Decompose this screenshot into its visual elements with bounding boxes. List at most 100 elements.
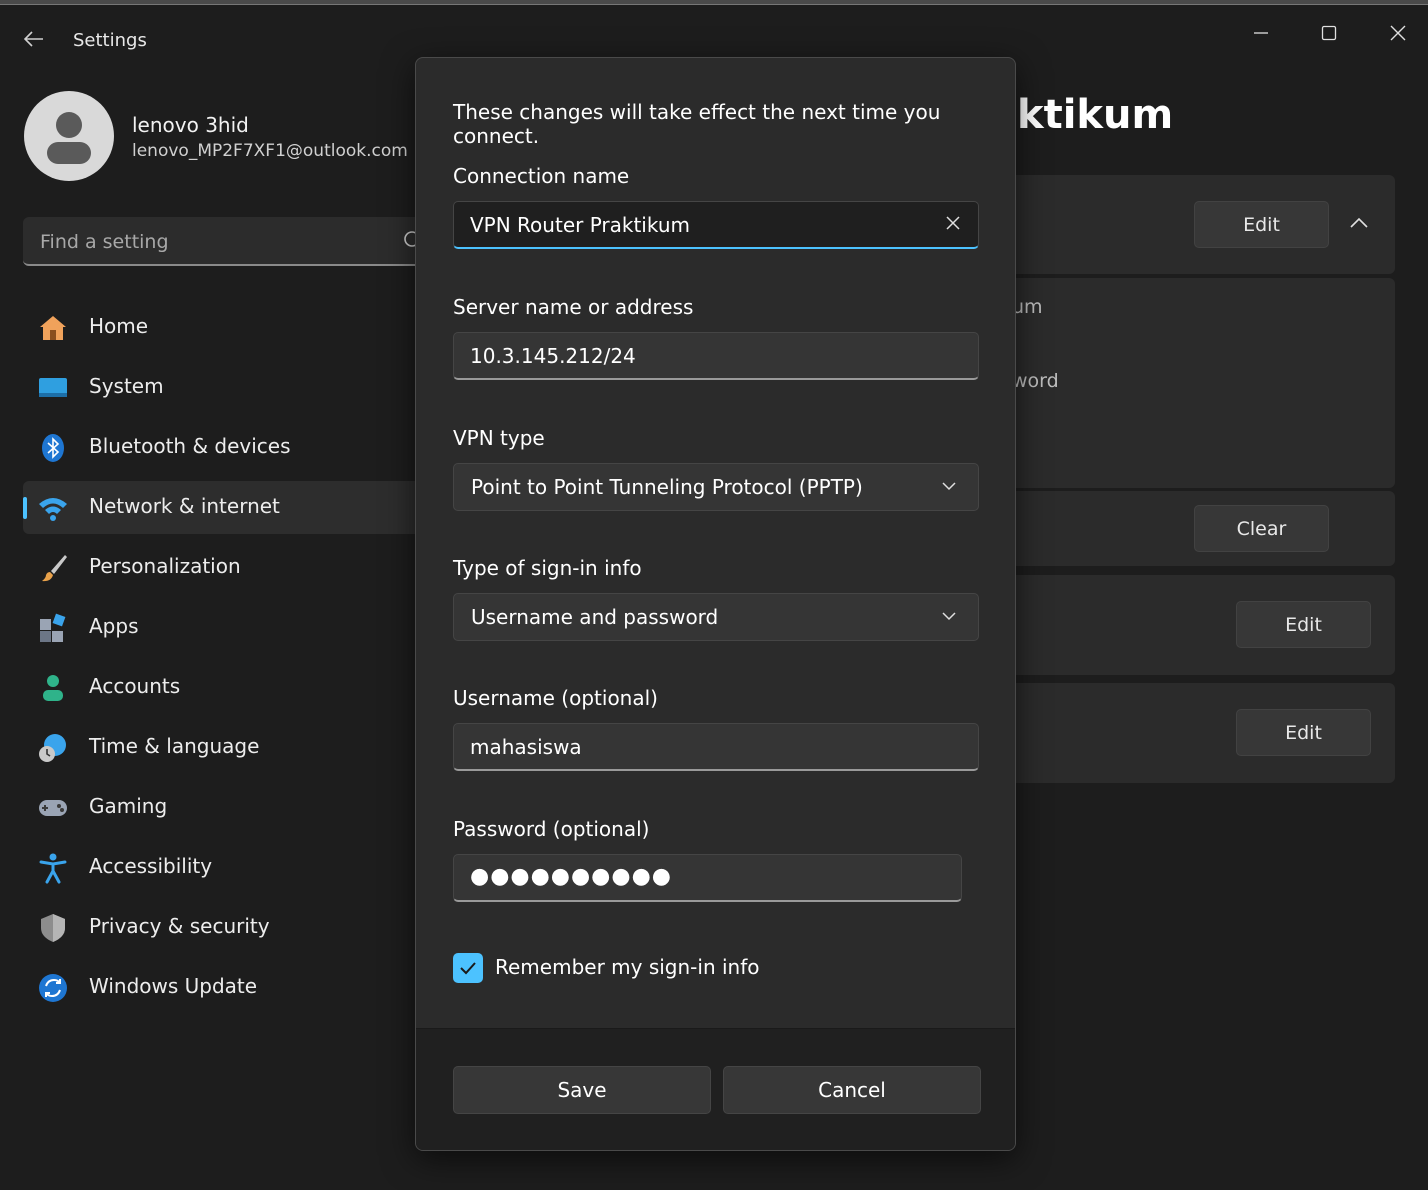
- detail-fragment: um: [1012, 296, 1043, 318]
- system-icon: [39, 378, 67, 397]
- username-value: mahasiswa: [470, 735, 582, 759]
- clear-label: Clear: [1236, 517, 1287, 540]
- nav-label: Home: [89, 314, 149, 338]
- clear-button[interactable]: Clear: [1194, 505, 1329, 552]
- settings-card: Edit: [990, 683, 1395, 783]
- shield-icon: [41, 914, 65, 942]
- nav-label: Time & language: [89, 734, 260, 758]
- nav-item-personalization[interactable]: Personalization: [23, 541, 443, 594]
- nav-item-system[interactable]: System: [23, 361, 443, 414]
- clear-text-icon[interactable]: [946, 216, 960, 230]
- close-button[interactable]: [1375, 13, 1421, 53]
- edit-button[interactable]: Edit: [1236, 709, 1371, 756]
- vpn-details-card: um word: [990, 278, 1395, 488]
- nav-label: Gaming: [89, 794, 168, 818]
- signin-type-dropdown[interactable]: Username and password: [453, 593, 979, 641]
- vpn-type-dropdown[interactable]: Point to Point Tunneling Protocol (PPTP): [453, 463, 979, 511]
- dialog-footer: Save Cancel: [416, 1028, 1015, 1150]
- password-field[interactable]: ●●●●●●●●●●: [453, 854, 962, 902]
- server-address-value: 10.3.145.212/24: [470, 344, 636, 368]
- nav-label: Apps: [89, 614, 139, 638]
- search-input[interactable]: Find a setting: [23, 217, 443, 266]
- nav-item-accounts[interactable]: Accounts: [23, 661, 443, 714]
- nav-label: Network & internet: [89, 494, 280, 518]
- server-label: Server name or address: [453, 295, 694, 319]
- nav-label: Bluetooth & devices: [89, 434, 291, 458]
- edit-vpn-dialog: These changes will take effect the next …: [415, 57, 1016, 1151]
- accounts-icon: [43, 675, 63, 701]
- remember-checkbox[interactable]: [453, 953, 483, 983]
- edit-button[interactable]: Edit: [1194, 201, 1329, 248]
- save-button[interactable]: Save: [453, 1066, 711, 1114]
- password-dots: ●●●●●●●●●●: [470, 864, 672, 889]
- signin-type-label: Type of sign-in info: [453, 556, 642, 580]
- windows-update-icon: [39, 974, 67, 1002]
- nav-item-time-language[interactable]: Time & language: [23, 721, 443, 774]
- title-bar: Settings: [0, 5, 1428, 55]
- accessibility-icon: [39, 853, 67, 884]
- minimize-icon: [1254, 32, 1268, 34]
- remember-label[interactable]: Remember my sign-in info: [495, 955, 760, 979]
- username-field[interactable]: mahasiswa: [453, 723, 979, 771]
- network-icon: [39, 498, 67, 521]
- checkmark-icon: [460, 962, 476, 975]
- nav-item-apps[interactable]: Apps: [23, 601, 443, 654]
- connection-name-label: Connection name: [453, 164, 630, 188]
- user-placeholder-icon: [47, 112, 91, 164]
- vpn-connection-card: Edit: [990, 175, 1395, 274]
- dialog-note: These changes will take effect the next …: [453, 100, 941, 148]
- minimize-button[interactable]: [1238, 13, 1284, 53]
- back-arrow-icon: [24, 31, 43, 47]
- nav-label: Accounts: [89, 674, 181, 698]
- home-icon: [40, 316, 66, 340]
- brush-icon: [42, 555, 67, 582]
- clear-card: Clear: [990, 491, 1395, 566]
- page-title: aktikum: [990, 92, 1174, 138]
- connection-name-value: VPN Router Praktikum: [470, 213, 690, 237]
- chevron-down-icon: [942, 612, 956, 621]
- cancel-button[interactable]: Cancel: [723, 1066, 981, 1114]
- edit-label: Edit: [1243, 213, 1280, 236]
- selection-indicator: [23, 497, 27, 519]
- nav-item-accessibility[interactable]: Accessibility: [23, 841, 443, 894]
- nav-label: Accessibility: [89, 854, 213, 878]
- signin-type-value: Username and password: [471, 605, 719, 629]
- maximize-icon: [1321, 25, 1337, 41]
- avatar[interactable]: [24, 91, 114, 181]
- app-title: Settings: [73, 30, 147, 51]
- search-placeholder: Find a setting: [40, 231, 169, 253]
- nav-item-network[interactable]: Network & internet: [23, 481, 443, 534]
- cancel-label: Cancel: [818, 1078, 886, 1102]
- password-label: Password (optional): [453, 817, 650, 841]
- chevron-up-icon[interactable]: [1350, 217, 1368, 229]
- vpn-type-value: Point to Point Tunneling Protocol (PPTP): [471, 475, 863, 499]
- nav-item-privacy-security[interactable]: Privacy & security: [23, 901, 443, 954]
- bluetooth-icon: [42, 434, 64, 462]
- user-email: lenovo_MP2F7XF1@outlook.com: [132, 141, 408, 161]
- save-label: Save: [557, 1078, 607, 1102]
- username-label: Username (optional): [453, 686, 658, 710]
- edit-label: Edit: [1285, 721, 1322, 744]
- settings-card: Edit: [990, 575, 1395, 675]
- apps-icon: [40, 613, 66, 642]
- user-name: lenovo 3hid: [132, 113, 249, 137]
- time-language-icon: [39, 734, 66, 762]
- nav-label: Personalization: [89, 554, 241, 578]
- vpn-type-label: VPN type: [453, 426, 545, 450]
- edit-label: Edit: [1285, 613, 1322, 636]
- nav-label: Privacy & security: [89, 914, 270, 938]
- maximize-button[interactable]: [1306, 13, 1352, 53]
- edit-button[interactable]: Edit: [1236, 601, 1371, 648]
- chevron-down-icon: [942, 482, 956, 491]
- nav-label: System: [89, 374, 164, 398]
- server-address-field[interactable]: 10.3.145.212/24: [453, 332, 979, 380]
- close-icon: [1390, 25, 1406, 41]
- nav-item-windows-update[interactable]: Windows Update: [23, 961, 443, 1014]
- detail-fragment: word: [1012, 370, 1059, 392]
- nav-label: Windows Update: [89, 974, 258, 998]
- connection-name-field[interactable]: VPN Router Praktikum: [453, 201, 979, 249]
- back-button[interactable]: [20, 25, 48, 53]
- nav-item-bluetooth[interactable]: Bluetooth & devices: [23, 421, 443, 474]
- nav-item-gaming[interactable]: Gaming: [23, 781, 443, 834]
- nav-item-home[interactable]: Home: [23, 301, 443, 354]
